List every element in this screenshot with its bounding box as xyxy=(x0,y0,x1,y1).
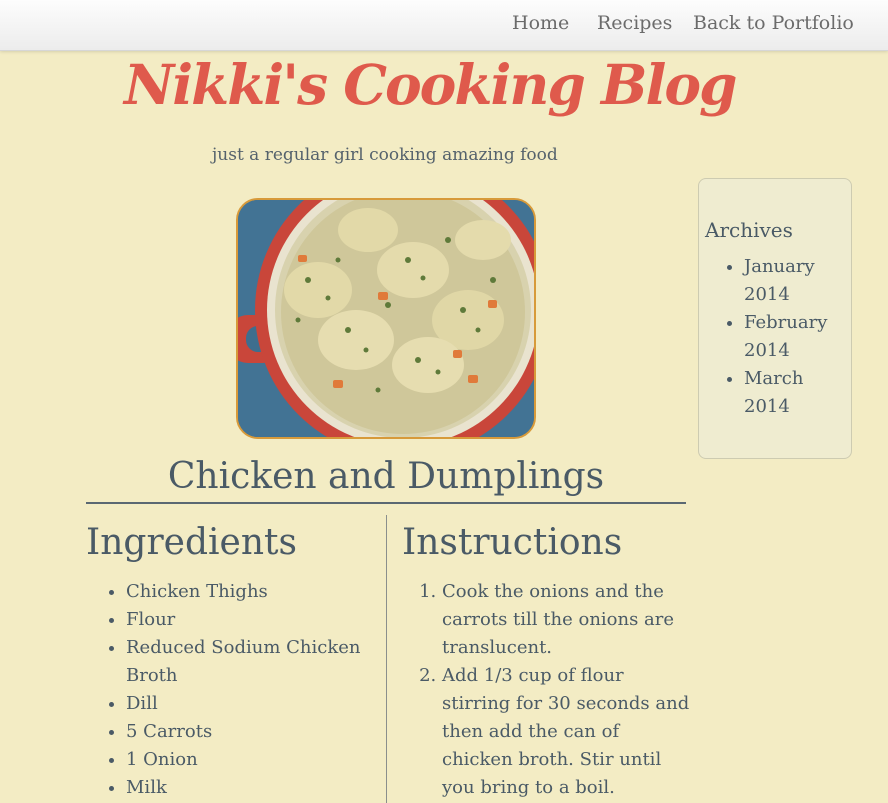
title-divider xyxy=(86,502,686,504)
archives-sidebar: Archives January 2014 February 2014 Marc… xyxy=(698,178,852,459)
ingredients-heading: Ingredients xyxy=(86,522,297,563)
instructions-list: Cook the onions and the carrots till the… xyxy=(402,578,694,802)
instruction-step: Cook the onions and the carrots till the… xyxy=(442,578,694,662)
ingredient-item: 1 Onion xyxy=(126,746,376,774)
archives-list: January 2014 February 2014 March 2014 xyxy=(699,253,853,421)
dumplings-pot-image xyxy=(238,200,534,437)
archive-link-january-2014[interactable]: January 2014 xyxy=(744,253,853,309)
recipe-photo xyxy=(236,198,536,439)
instructions-heading: Instructions xyxy=(402,522,623,563)
archive-link-february-2014[interactable]: February 2014 xyxy=(744,309,853,365)
ingredient-item: Chicken Thighs xyxy=(126,578,376,606)
ingredient-item: Dill xyxy=(126,690,376,718)
ingredient-item: Milk xyxy=(126,774,376,802)
nav-link-back-to-portfolio[interactable]: Back to Portfolio xyxy=(693,12,854,34)
recipe-title: Chicken and Dumplings xyxy=(167,456,605,497)
archives-heading: Archives xyxy=(705,218,793,242)
ingredient-item: 5 Carrots xyxy=(126,718,376,746)
blog-title[interactable]: Nikki's Cooking Blog xyxy=(124,52,737,117)
ingredient-item: Reduced Sodium Chicken Broth xyxy=(126,634,376,690)
archive-link-march-2014[interactable]: March 2014 xyxy=(744,365,853,421)
top-navigation-bar: Home Recipes Back to Portfolio xyxy=(0,0,888,51)
blog-tagline: just a regular girl cooking amazing food xyxy=(212,145,558,165)
nav-link-recipes[interactable]: Recipes xyxy=(597,12,672,34)
instruction-step: Add 1/3 cup of flour stirring for 30 sec… xyxy=(442,662,694,802)
ingredients-list: Chicken Thighs Flour Reduced Sodium Chic… xyxy=(86,578,376,802)
nav-link-home[interactable]: Home xyxy=(512,12,569,34)
column-divider xyxy=(386,515,387,803)
ingredient-item: Flour xyxy=(126,606,376,634)
